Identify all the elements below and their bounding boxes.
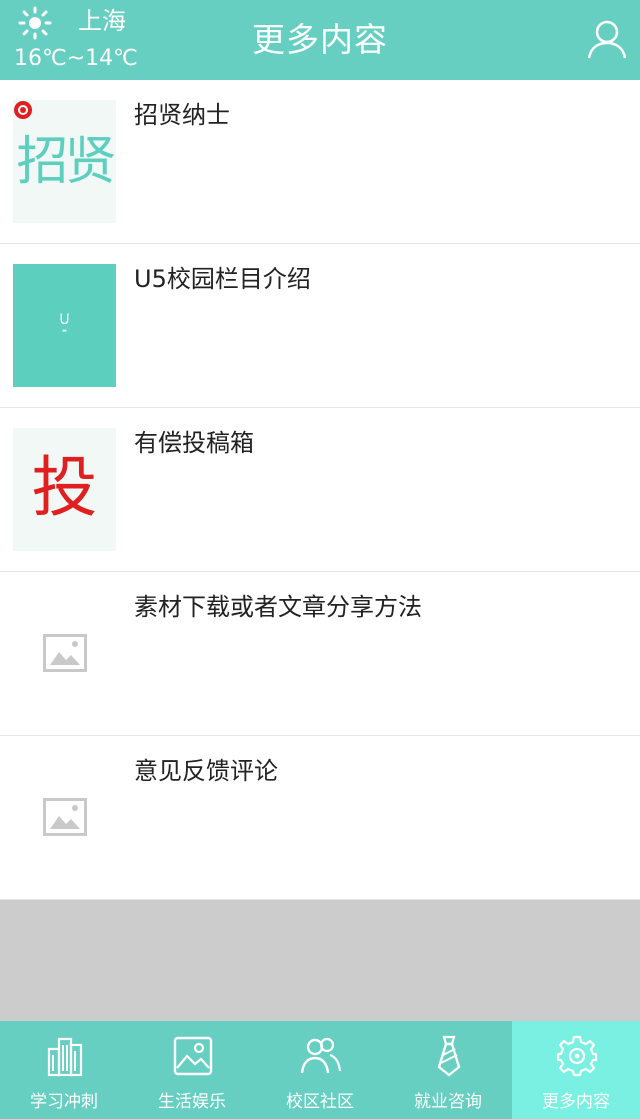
image-placeholder-icon [43,634,87,672]
recruit-thumb-text: 招贤 [16,132,116,192]
list-item-title: 素材下载或者文章分享方法 [134,593,422,621]
empty-area [0,900,640,1021]
top-bar: 上海 16℃~14℃ 更多内容 [0,0,640,80]
list-item-title: 意见反馈评论 [134,757,278,785]
building-icon [47,1037,83,1077]
user-icon[interactable] [586,18,628,60]
list-item-title: 招贤纳士 [134,101,230,129]
list-item-recruit[interactable]: 招贤 招贤纳士 [0,80,640,244]
page-title: 更多内容 [252,20,388,59]
badge-icon [14,101,32,119]
list-item-title: 有偿投稿箱 [134,429,254,457]
tab-label: 生活娱乐 [158,1092,226,1112]
tab-label: 校区社区 [286,1092,354,1112]
tab-label: 更多内容 [542,1092,610,1112]
list-item-submission[interactable]: 投 有偿投稿箱 [0,408,640,572]
picture-icon [173,1036,213,1076]
recruit-thumbnail: 招贤 [13,100,116,223]
list-item-u5-intro[interactable]: U ▬ U5校园栏目介绍 [0,244,640,408]
tab-study[interactable]: 学习冲刺 [0,1021,128,1119]
tab-label: 学习冲刺 [30,1092,98,1112]
tab-community[interactable]: 校区社区 [256,1021,384,1119]
tab-career[interactable]: 就业咨询 [384,1021,512,1119]
u5-logo: U [59,312,70,328]
tab-more[interactable]: 更多内容 [512,1021,640,1119]
u5-thumbnail: U ▬ [13,264,116,387]
bottom-tab-bar: 学习冲刺 生活娱乐 校区社区 就业咨询 更多内容 [0,1021,640,1119]
list-item-feedback[interactable]: 意见反馈评论 [0,736,640,900]
u5-logo-underline: ▬ [62,328,67,334]
people-icon [300,1037,342,1074]
download-thumbnail [13,592,116,715]
tab-life[interactable]: 生活娱乐 [128,1021,256,1119]
list-item-title: U5校园栏目介绍 [134,265,311,293]
gear-icon [556,1035,598,1077]
list-item-download-share[interactable]: 素材下载或者文章分享方法 [0,572,640,736]
feedback-thumbnail [13,756,116,879]
content-list: 招贤 招贤纳士 U ▬ U5校园栏目介绍 投 有偿投稿箱 素材下载或者文章分享方… [0,80,640,900]
submission-thumbnail: 投 [13,428,116,551]
image-placeholder-icon [43,798,87,836]
tie-icon [437,1035,461,1077]
submission-thumb-text: 投 [31,449,98,526]
tab-label: 就业咨询 [414,1092,482,1112]
